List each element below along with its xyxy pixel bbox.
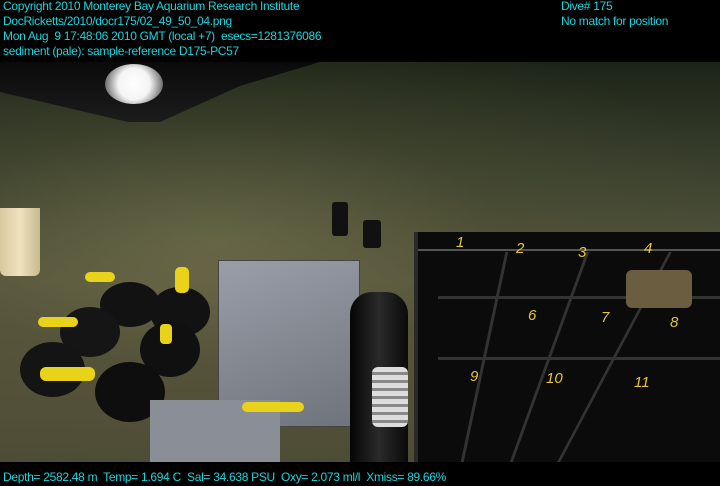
yellow-rope [242,402,304,412]
sample-crate: 1 2 3 4 6 7 8 9 10 11 [414,232,720,462]
crate-label: 8 [670,314,679,331]
position-status: No match for position [561,14,669,28]
crate-label: 7 [601,309,610,326]
crate-label: 10 [546,370,563,387]
marker [332,202,348,236]
telemetry-text: Depth= 2582.48 m Temp= 1.694 C Sal= 34.6… [3,470,447,484]
white-coil [372,367,408,427]
copyright-text: Copyright 2010 Monterey Bay Aquarium Res… [3,0,300,13]
filename-text: DocRicketts/2010/docr175/02_49_50_04.png [3,14,232,28]
dive-number: Dive# 175 [561,0,613,13]
marker [363,220,381,248]
crate-label: 11 [634,374,650,391]
timestamp-text: Mon Aug 9 17:48:06 2010 GMT (local +7) e… [3,29,322,43]
crate-label: 2 [516,240,525,257]
crate-label: 4 [644,240,653,257]
crate-label: 1 [456,234,465,251]
annotation-text: sediment (pale): sample-reference D175-P… [3,44,239,58]
crate-label: 9 [470,368,479,385]
rov-light [105,64,163,104]
crate-label: 3 [578,244,587,261]
seafloor-scene: 1 2 3 4 6 7 8 9 10 11 [0,62,720,462]
video-frame: Copyright 2010 Monterey Bay Aquarium Res… [0,0,720,486]
crate-label: 6 [528,307,537,324]
